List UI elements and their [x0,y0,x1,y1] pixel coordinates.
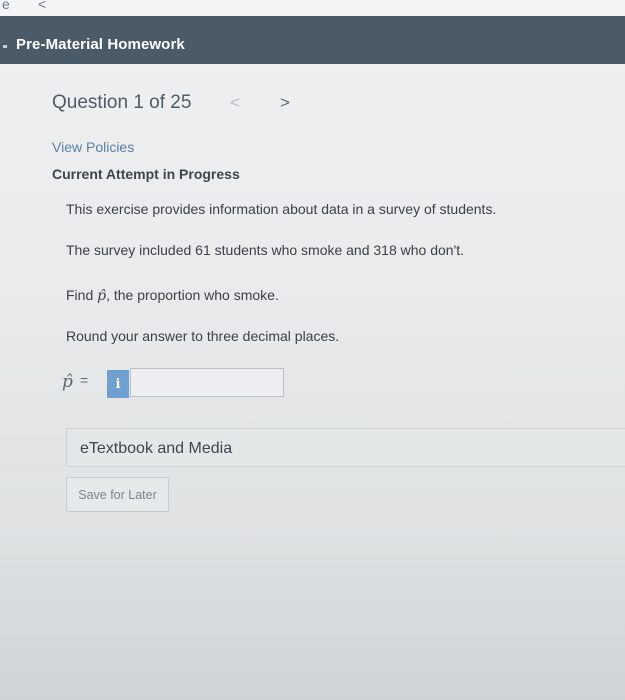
equals-sign: = [80,372,89,388]
etextbook-panel[interactable]: eTextbook and Media [66,428,625,467]
view-policies-link[interactable]: View Policies [52,139,134,155]
task-prefix: Find [66,287,98,303]
assignment-title: Pre-Material Homework [16,36,185,53]
answer-input[interactable] [130,368,284,397]
question-task: Find p̂, the proportion who smoke. [66,287,279,304]
question-data: The survey included 61 students who smok… [66,242,465,258]
answer-symbol: p̂ [62,372,73,392]
p-hat-symbol: p̂ [97,288,107,304]
next-question-icon[interactable]: > [280,93,290,113]
info-icon[interactable]: i [107,370,129,398]
browser-back-icon[interactable]: < [38,0,46,12]
assignment-header: Pre-Material Homework [0,16,625,64]
browser-chrome: e < [0,0,625,17]
etextbook-label: eTextbook and Media [80,440,233,457]
answer-label: p̂ = [62,372,88,392]
previous-question-icon[interactable]: < [230,93,240,113]
browser-tab-icon: e [2,0,10,12]
rounding-instruction: Round your answer to three decimal place… [66,328,340,344]
question-counter: Question 1 of 25 [52,92,192,113]
header-bullet-icon [3,45,7,48]
question-intro: This exercise provides information about… [66,201,497,217]
attempt-status: Current Attempt in Progress [52,166,240,182]
save-for-later-button[interactable]: Save for Later [66,477,169,512]
task-suffix: , the proportion who smoke. [106,287,279,303]
